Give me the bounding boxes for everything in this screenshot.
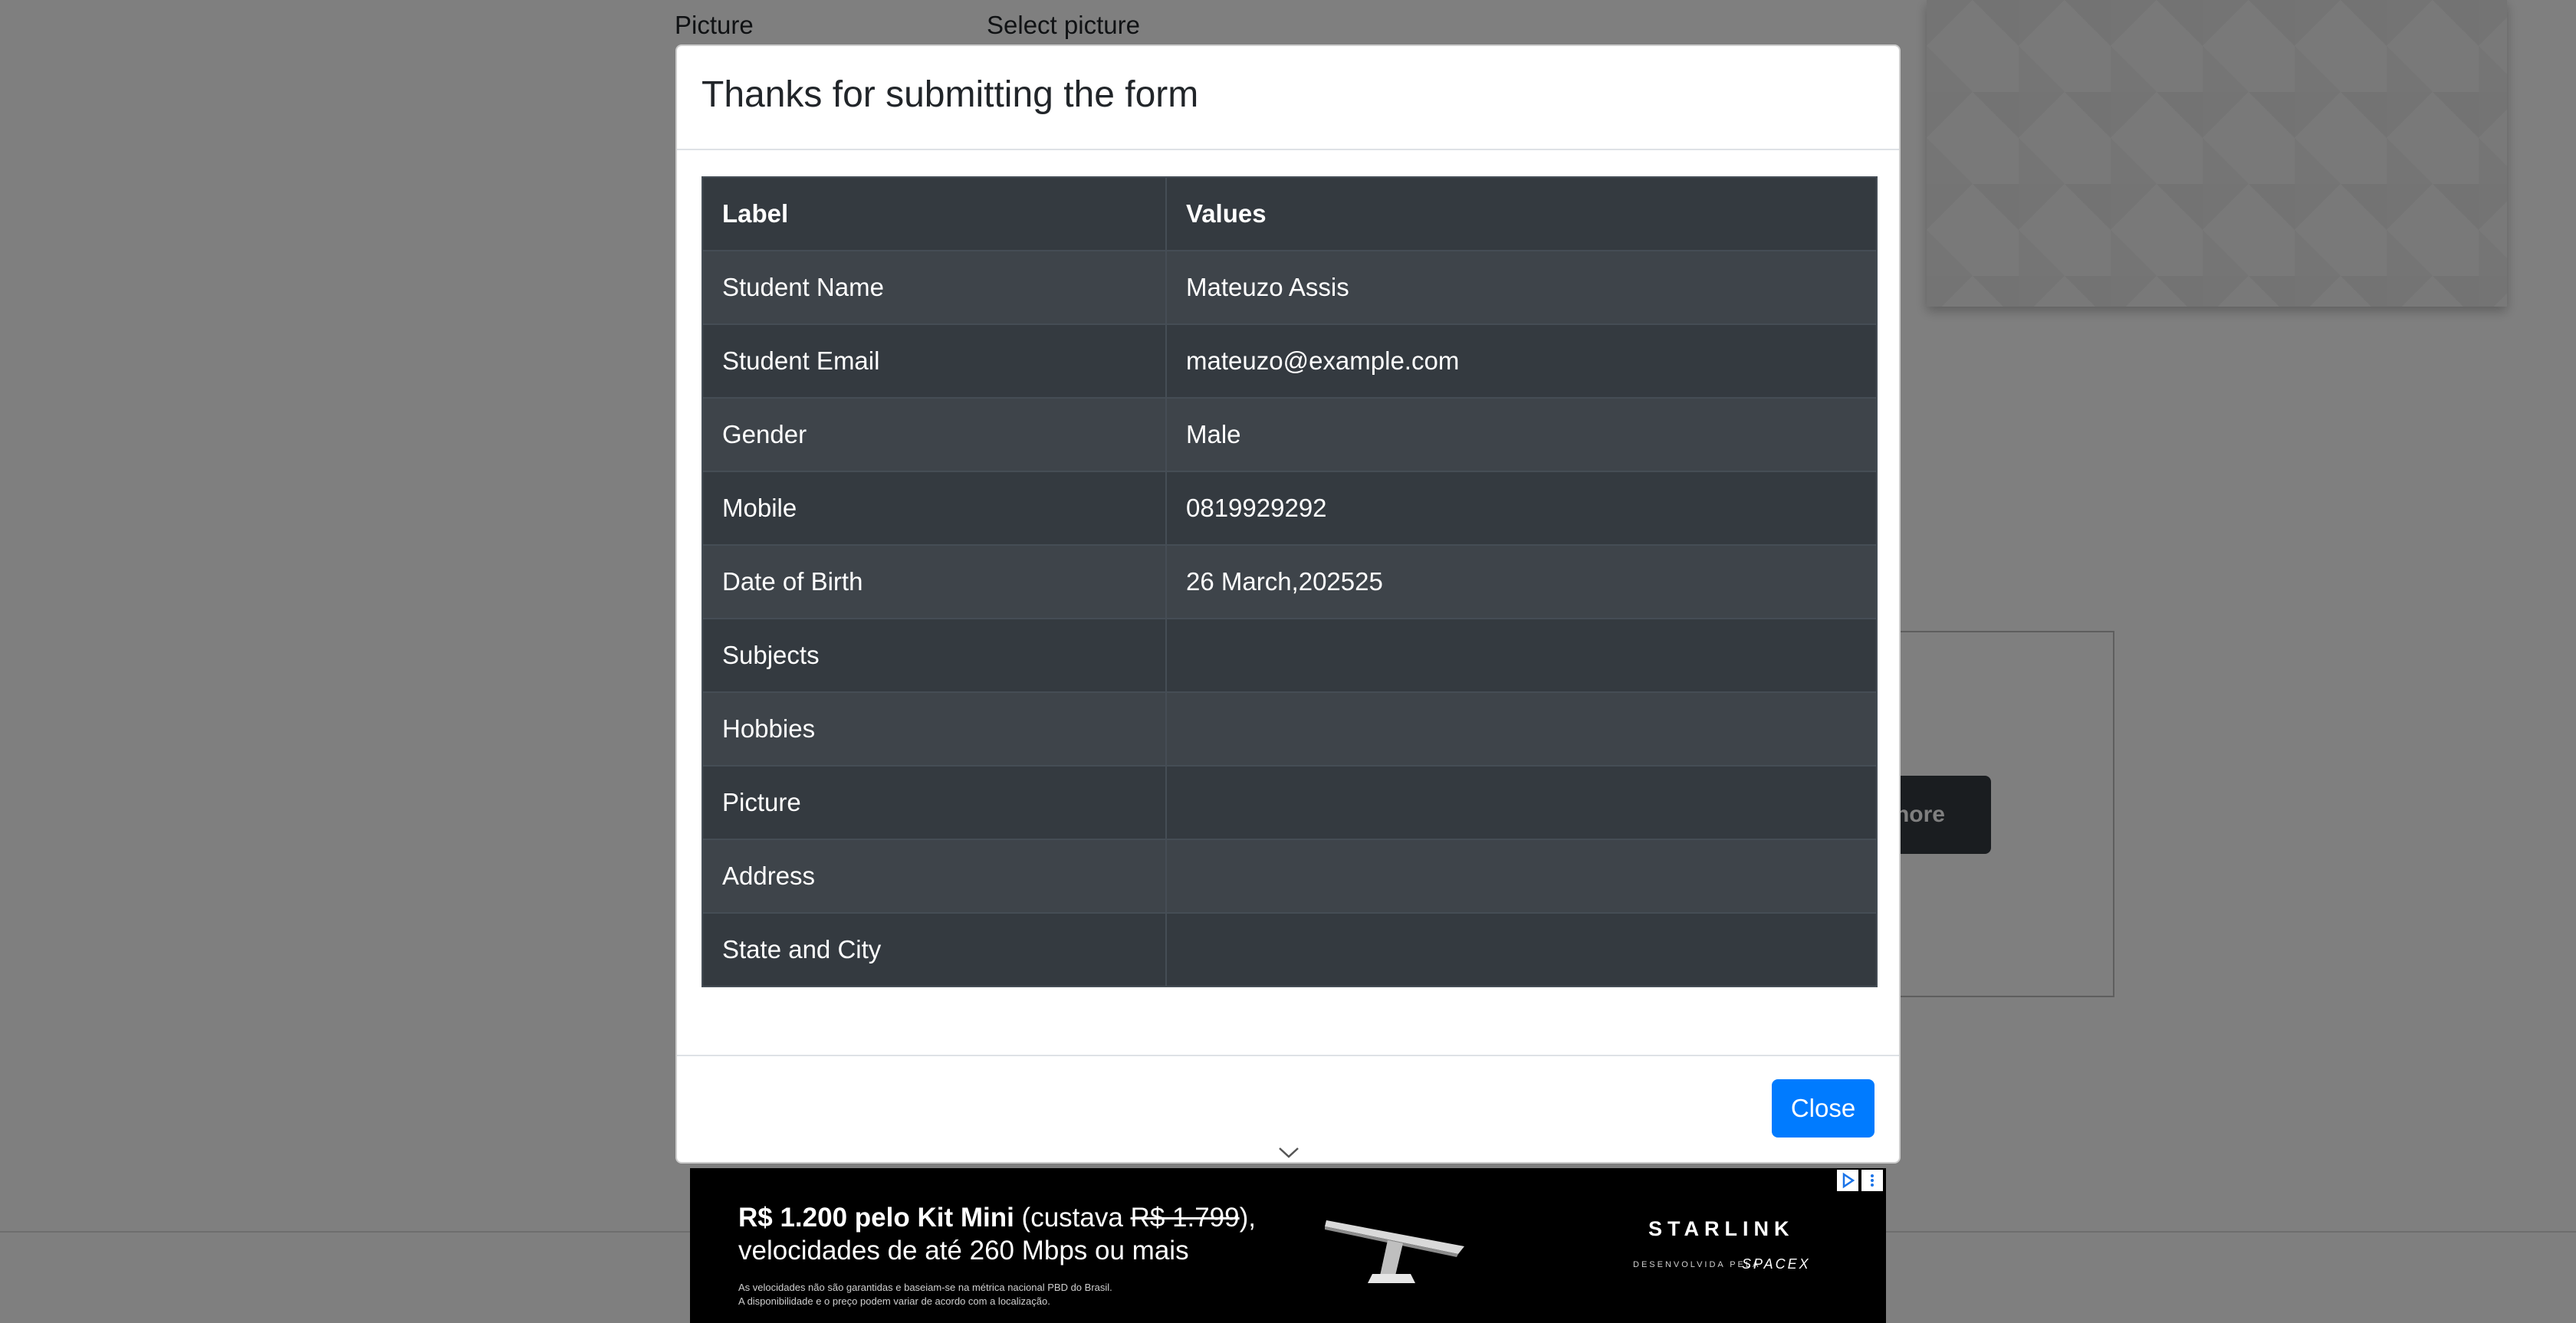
submission-modal: Thanks for submitting the form Label Val… bbox=[675, 44, 1901, 1164]
starlink-dish-image bbox=[1325, 1220, 1464, 1283]
ad-subheadline: velocidades de até 260 Mbps ou mais bbox=[738, 1236, 1189, 1266]
header-values: Values bbox=[1165, 176, 1878, 251]
results-table: Label Values Student Name Mateuzo Assis … bbox=[702, 176, 1878, 987]
table-row: Student Name Mateuzo Assis bbox=[702, 250, 1878, 325]
table-row: Mobile 0819929292 bbox=[702, 471, 1878, 546]
row-value bbox=[1165, 912, 1878, 987]
table-row: Address bbox=[702, 839, 1878, 914]
row-label: Student Email bbox=[702, 323, 1167, 399]
modal-header: Thanks for submitting the form bbox=[677, 46, 1899, 150]
table-header-row: Label Values bbox=[702, 176, 1878, 251]
chevron-down-icon[interactable] bbox=[1277, 1145, 1300, 1160]
ad-disclaimer: A disponibilidade e o preço podem variar… bbox=[738, 1295, 1050, 1307]
row-value bbox=[1165, 691, 1878, 767]
modal-title: Thanks for submitting the form bbox=[702, 74, 1199, 115]
ad-menu-icon[interactable] bbox=[1861, 1170, 1883, 1191]
table-row: Gender Male bbox=[702, 397, 1878, 472]
ad-disclaimer: As velocidades não são garantidas e base… bbox=[738, 1282, 1112, 1293]
row-label: Date of Birth bbox=[702, 544, 1167, 619]
row-label: Picture bbox=[702, 765, 1167, 840]
ad-price: R$ 1.200 pelo Kit Mini bbox=[738, 1203, 1014, 1233]
header-label: Label bbox=[702, 176, 1167, 251]
ad-old-price: R$ 1.799 bbox=[1130, 1203, 1240, 1233]
row-value: mateuzo@example.com bbox=[1165, 323, 1878, 399]
close-button[interactable]: Close bbox=[1772, 1079, 1875, 1138]
table-row: Hobbies bbox=[702, 691, 1878, 767]
modal-body: Label Values Student Name Mateuzo Assis … bbox=[702, 176, 1878, 987]
ad-price-prefix: (custava bbox=[1014, 1203, 1131, 1233]
row-label: State and City bbox=[702, 912, 1167, 987]
ad-price-suffix: ), bbox=[1239, 1203, 1256, 1233]
ad-headline: R$ 1.200 pelo Kit Mini (custava R$ 1.799… bbox=[738, 1203, 1256, 1233]
row-label: Subjects bbox=[702, 618, 1167, 693]
row-value: Male bbox=[1165, 397, 1878, 472]
row-label: Gender bbox=[702, 397, 1167, 472]
row-label: Student Name bbox=[702, 250, 1167, 325]
row-label: Mobile bbox=[702, 471, 1167, 546]
row-value bbox=[1165, 618, 1878, 693]
ad-choices-icon[interactable] bbox=[1837, 1170, 1858, 1191]
row-value: 26 March,202525 bbox=[1165, 544, 1878, 619]
table-row: Student Email mateuzo@example.com bbox=[702, 323, 1878, 399]
table-row: Picture bbox=[702, 765, 1878, 840]
table-row: Subjects bbox=[702, 618, 1878, 693]
row-value: Mateuzo Assis bbox=[1165, 250, 1878, 325]
row-label: Address bbox=[702, 839, 1167, 914]
table-row: Date of Birth 26 March,202525 bbox=[702, 544, 1878, 619]
spacex-logo: SPACEX bbox=[1742, 1256, 1811, 1272]
row-value: 0819929292 bbox=[1165, 471, 1878, 546]
row-value bbox=[1165, 839, 1878, 914]
row-value bbox=[1165, 765, 1878, 840]
table-row: State and City bbox=[702, 912, 1878, 987]
row-label: Hobbies bbox=[702, 691, 1167, 767]
starlink-logo: STARLINK bbox=[1648, 1217, 1795, 1240]
starlink-ad-banner[interactable]: R$ 1.200 pelo Kit Mini (custava R$ 1.799… bbox=[690, 1168, 1886, 1323]
